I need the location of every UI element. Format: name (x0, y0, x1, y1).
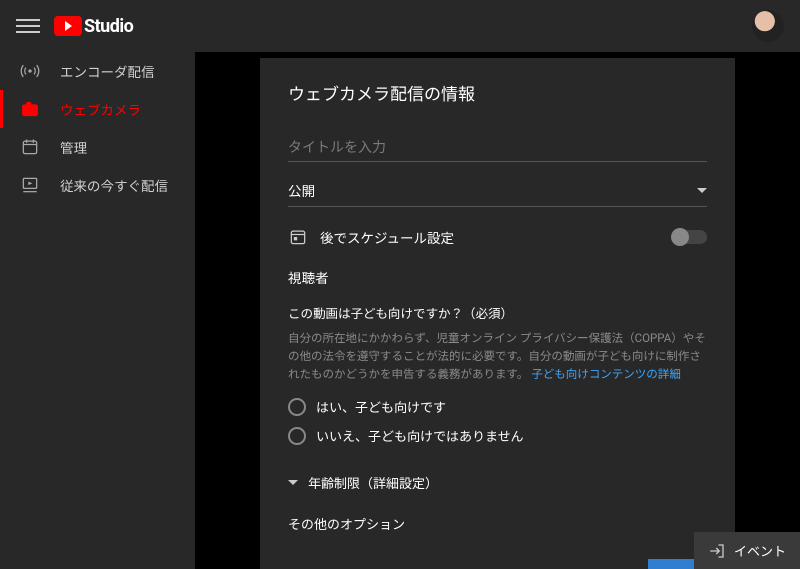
audience-question: この動画は子ども向けですか？（必須） (288, 303, 707, 322)
radio-icon (288, 427, 306, 445)
calendar-icon (288, 227, 308, 247)
audience-section-label: 視聴者 (288, 267, 707, 287)
sidebar-item-label: エンコーダ配信 (60, 61, 155, 81)
legacy-stream-icon (20, 175, 40, 195)
sidebar-item-label: 従来の今すぐ配信 (60, 175, 168, 195)
sidebar-item-label: ウェブカメラ (60, 99, 141, 119)
logo-text: Studio (84, 16, 133, 37)
avatar[interactable] (752, 10, 784, 42)
sidebar-item-legacy[interactable]: 従来の今すぐ配信 (0, 166, 195, 204)
sidebar-item-manage[interactable]: 管理 (0, 128, 195, 166)
schedule-label: 後でスケジュール設定 (320, 227, 454, 247)
sidebar-item-label: 管理 (60, 137, 87, 157)
youtube-play-icon (54, 16, 82, 36)
sidebar-item-webcam[interactable]: ウェブカメラ (0, 90, 195, 128)
age-restriction-expander[interactable]: 年齢制限（詳細設定） (288, 473, 707, 492)
sidebar-item-encoder[interactable]: エンコーダ配信 (0, 52, 195, 90)
other-options-label: その他のオプション (288, 514, 707, 533)
event-button[interactable]: イベント (694, 532, 800, 569)
stream-title-input[interactable] (288, 133, 707, 162)
header-left: Studio (16, 14, 133, 38)
broadcast-icon (20, 61, 40, 81)
sidebar: エンコーダ配信 ウェブカメラ 管理 従来の今すぐ配信 (0, 52, 195, 569)
visibility-dropdown[interactable]: 公開 (288, 180, 707, 207)
radio-no-kids[interactable]: いいえ、子ども向けではありません (288, 426, 707, 445)
menu-icon[interactable] (16, 14, 40, 38)
chevron-down-icon (288, 480, 298, 485)
radio-icon (288, 398, 306, 416)
visibility-label: 公開 (288, 180, 315, 200)
schedule-left: 後でスケジュール設定 (288, 227, 454, 247)
event-label: イベント (734, 541, 786, 560)
stream-info-panel: ウェブカメラ配信の情報 公開 後でスケジュール設定 視聴者 この動画は子ども向け… (260, 58, 735, 569)
youtube-studio-logo[interactable]: Studio (54, 16, 133, 37)
radio-yes-kids[interactable]: はい、子ども向けです (288, 397, 707, 416)
radio-label: はい、子ども向けです (316, 397, 446, 416)
main: ウェブカメラ配信の情報 公開 後でスケジュール設定 視聴者 この動画は子ども向け… (195, 52, 800, 569)
schedule-row: 後でスケジュール設定 (288, 227, 707, 247)
panel-footer: 次へ (288, 559, 707, 569)
coppa-link[interactable]: 子ども向けコンテンツの詳細 (531, 367, 681, 381)
audience-fineprint: 自分の所在地にかかわらず、児童オンライン プライバシー保護法（COPPA）やその… (288, 330, 707, 383)
chevron-down-icon (697, 188, 707, 193)
panel-title: ウェブカメラ配信の情報 (288, 80, 707, 105)
exit-icon (708, 542, 726, 560)
radio-label: いいえ、子ども向けではありません (316, 426, 524, 445)
header: Studio (0, 0, 800, 52)
schedule-toggle[interactable] (673, 230, 707, 244)
camera-icon (20, 99, 40, 119)
age-restriction-label: 年齢制限（詳細設定） (308, 473, 438, 492)
calendar-icon (20, 137, 40, 157)
